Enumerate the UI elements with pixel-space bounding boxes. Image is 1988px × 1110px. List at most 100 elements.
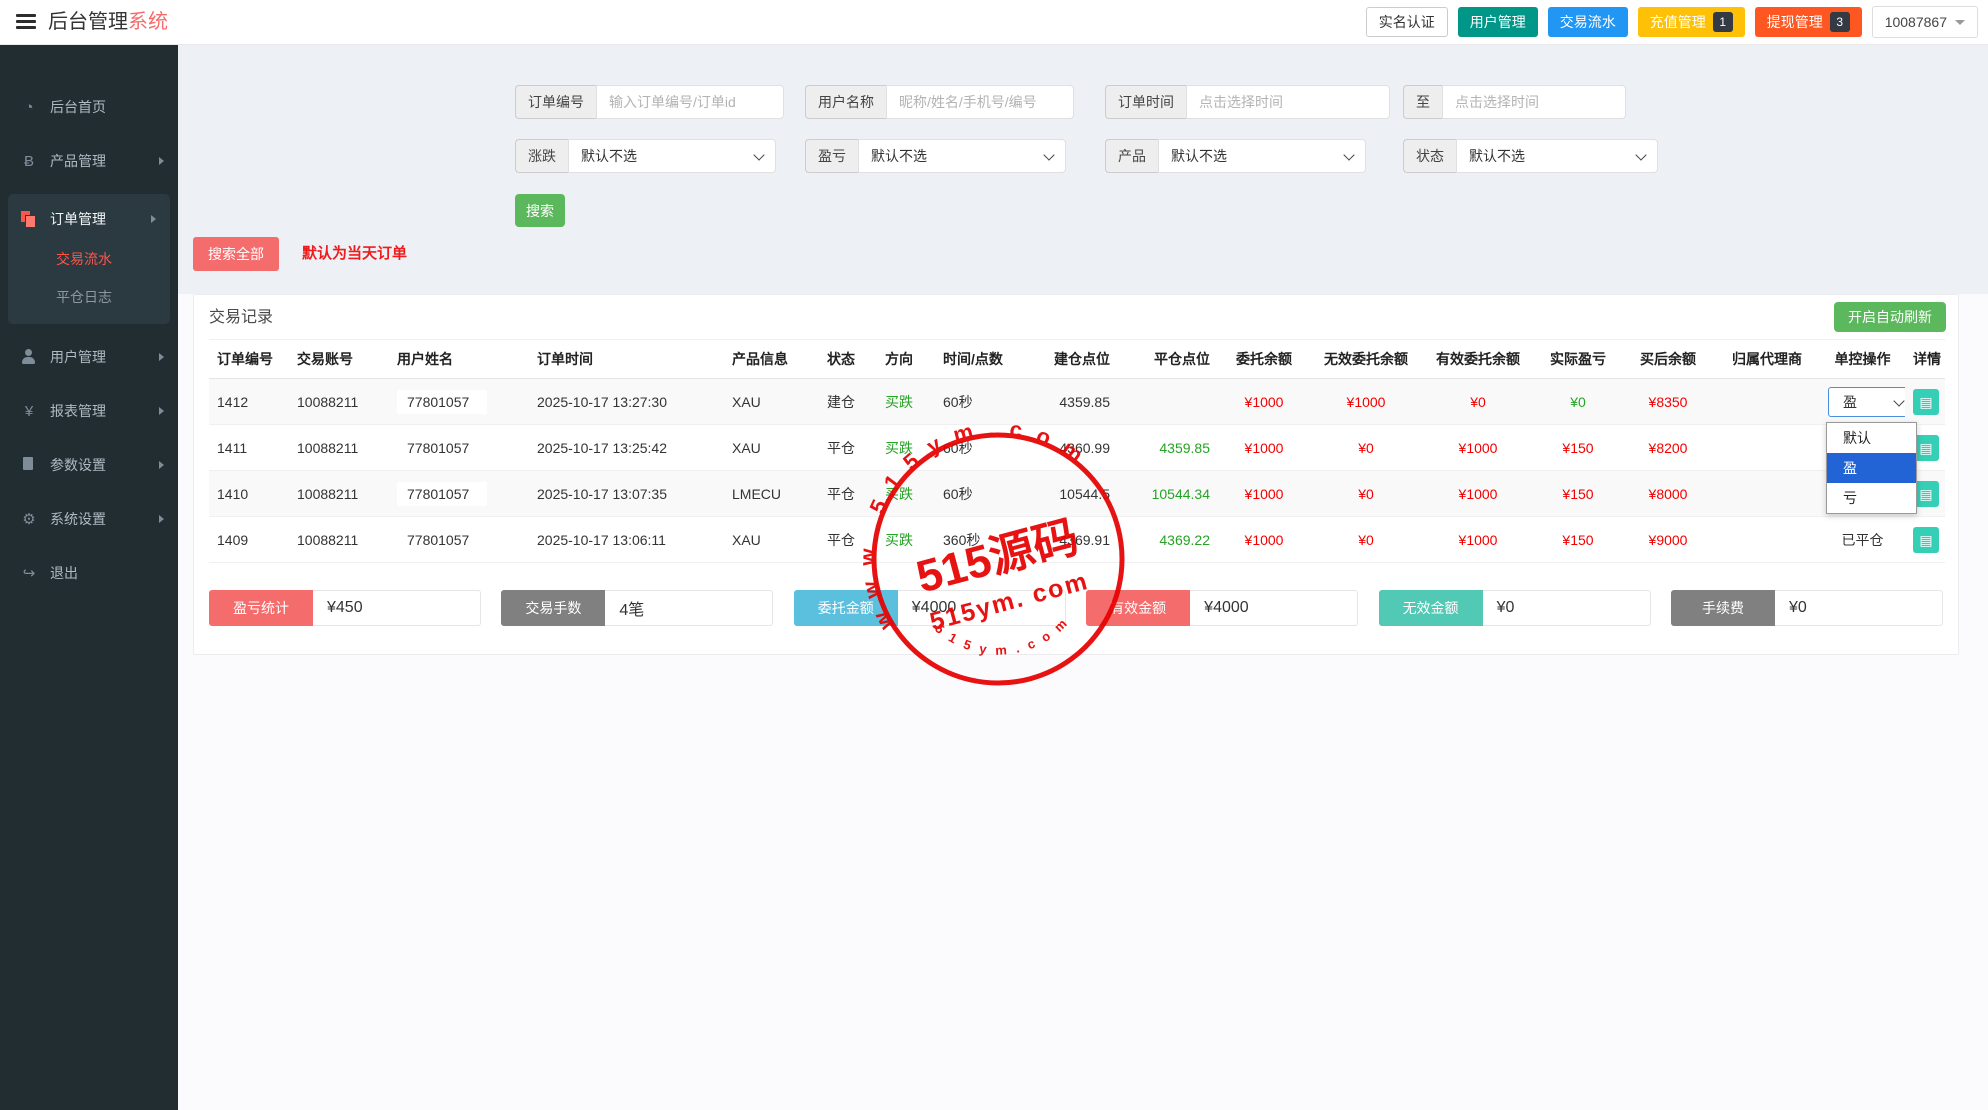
summary-value: ¥4000	[1190, 590, 1358, 626]
invalid-balance-cell: ¥0	[1310, 425, 1422, 471]
sidebar-item-reports[interactable]: ¥报表管理	[0, 390, 178, 432]
filter-profit-loss: 盈亏 默认不选	[805, 139, 1066, 173]
status-cell: 建仓	[819, 379, 877, 425]
summary-value: 4笔	[605, 590, 773, 626]
app-title: 后台管理系统	[48, 0, 168, 44]
order-time-start-input[interactable]	[1186, 85, 1390, 119]
sidebar-subitem-close-log[interactable]: 平仓日志	[8, 278, 170, 316]
gear-icon: ⚙	[20, 510, 38, 528]
direction-cell: 买跌	[877, 379, 935, 425]
agent-cell	[1714, 425, 1820, 471]
product-value: 默认不选	[1171, 146, 1227, 166]
hamburger-menu-icon[interactable]	[16, 14, 36, 30]
header-button-label: 提现管理	[1767, 12, 1823, 32]
column-header: 订单时间	[529, 340, 724, 379]
table-row: 140910088211778010572025-10-17 13:06:11X…	[209, 517, 1945, 563]
column-header: 平仓点位	[1118, 340, 1218, 379]
time-cell: 2025-10-17 13:25:42	[529, 425, 724, 471]
sidebar-item-system[interactable]: ⚙系统设置	[0, 498, 178, 540]
username-box: 77801057	[397, 482, 487, 506]
close-point-cell	[1118, 379, 1218, 425]
rise-fall-select[interactable]: 默认不选	[568, 139, 776, 173]
username-box: 77801057	[397, 528, 487, 552]
product-select[interactable]: 默认不选	[1158, 139, 1366, 173]
username-cell: 77801057	[389, 379, 529, 425]
status-value: 默认不选	[1469, 146, 1525, 166]
dropdown-option-1[interactable]: 默认	[1827, 423, 1916, 453]
dropdown-option-2[interactable]: 盈	[1827, 453, 1916, 483]
column-header: 委托余额	[1218, 340, 1310, 379]
chevron-right-icon	[159, 461, 164, 469]
sidebar-item-users[interactable]: 用户管理	[0, 336, 178, 378]
profit-cell: ¥150	[1534, 425, 1622, 471]
header-button-realname-auth[interactable]: 实名认证	[1366, 7, 1448, 37]
entrust-balance-cell: ¥1000	[1218, 379, 1310, 425]
account-dropdown-button[interactable]: 10087867	[1872, 6, 1978, 38]
status-select[interactable]: 默认不选	[1456, 139, 1658, 173]
dropdown-option-3[interactable]: 亏	[1827, 483, 1916, 513]
sidebar-item-home[interactable]: ◔后台首页	[0, 86, 178, 128]
account-cell: 10088211	[289, 425, 389, 471]
row-control-select[interactable]: 盈	[1828, 387, 1905, 417]
header-button-withdraw-manage[interactable]: 提现管理3	[1755, 7, 1862, 37]
header-buttons: 实名认证 用户管理交易流水充值管理1 提现管理3	[1366, 7, 1862, 37]
summary-group: 无效金额¥0	[1379, 590, 1651, 626]
detail-button[interactable]: ▤	[1913, 527, 1939, 553]
header-button-label: 实名认证	[1379, 12, 1435, 32]
params-icon	[20, 456, 38, 474]
product-cell: XAU	[724, 379, 819, 425]
chevron-right-icon	[159, 157, 164, 165]
filter-order-time-start: 订单时间	[1105, 85, 1390, 119]
column-header: 时间/点数	[935, 340, 1023, 379]
control-dropdown: 默认盈亏	[1826, 422, 1917, 514]
chevron-right-icon	[159, 407, 164, 415]
sidebar-item-label: 后台首页	[50, 97, 164, 117]
filter-section-background	[178, 44, 1988, 294]
invalid-balance-cell: ¥1000	[1310, 379, 1422, 425]
sidebar-item-products[interactable]: Ƀ产品管理	[0, 140, 178, 182]
sidebar-group-orders: 订单管理交易流水平仓日志	[8, 194, 170, 324]
summary-group: 交易手数4笔	[501, 590, 773, 626]
column-header: 用户姓名	[389, 340, 529, 379]
time-cell: 2025-10-17 13:27:30	[529, 379, 724, 425]
sidebar: ◔后台首页 Ƀ产品管理订单管理交易流水平仓日志用户管理 ¥报表管理参数设置 ⚙系统设置…	[0, 44, 178, 1110]
header-button-user-manage[interactable]: 用户管理	[1458, 7, 1538, 37]
search-all-button[interactable]: 搜索全部	[193, 237, 279, 271]
column-header: 交易账号	[289, 340, 389, 379]
sidebar-item-orders[interactable]: 订单管理	[8, 198, 170, 240]
column-header: 产品信息	[724, 340, 819, 379]
summary-label: 盈亏统计	[209, 590, 313, 626]
chevron-right-icon	[151, 215, 156, 223]
yen-icon: ¥	[20, 402, 38, 420]
summary-group: 盈亏统计¥450	[209, 590, 481, 626]
sidebar-item-logout[interactable]: ↪退出	[0, 552, 178, 594]
detail-button[interactable]: ▤	[1913, 389, 1939, 415]
summary-label: 有效金额	[1086, 590, 1190, 626]
filter-order-id: 订单编号	[515, 85, 784, 119]
product-cell: XAU	[724, 425, 819, 471]
order-id-input[interactable]	[596, 85, 784, 119]
open-point-cell: 4359.85	[1023, 379, 1118, 425]
sidebar-subitem-trade-flow[interactable]: 交易流水	[8, 240, 170, 278]
user-icon	[20, 348, 38, 366]
header-button-trade-flow[interactable]: 交易流水	[1548, 7, 1628, 37]
profit-loss-select[interactable]: 默认不选	[858, 139, 1066, 173]
filter-status: 状态 默认不选	[1403, 139, 1658, 173]
auto-refresh-button[interactable]: 开启自动刷新	[1834, 302, 1946, 332]
status-cell: 平仓	[819, 471, 877, 517]
search-button[interactable]: 搜索	[515, 194, 565, 227]
agent-cell	[1714, 517, 1820, 563]
sidebar-item-params[interactable]: 参数设置	[0, 444, 178, 486]
status-cell: 平仓	[819, 517, 877, 563]
header-button-recharge-manage[interactable]: 充值管理1	[1638, 7, 1745, 37]
sidebar-menu: ◔后台首页 Ƀ产品管理订单管理交易流水平仓日志用户管理 ¥报表管理参数设置 ⚙系统设置…	[0, 86, 178, 594]
order-time-end-input[interactable]	[1442, 85, 1626, 119]
filter-rise-fall: 涨跌 默认不选	[515, 139, 776, 173]
summary-value: ¥450	[313, 590, 481, 626]
profit-cell: ¥150	[1534, 471, 1622, 517]
default-today-hint: 默认为当天订单	[302, 237, 407, 271]
column-header: 实际盈亏	[1534, 340, 1622, 379]
order-id-cell: 1410	[209, 471, 289, 517]
user-name-input[interactable]	[886, 85, 1074, 119]
table-row: 141010088211778010572025-10-17 13:07:35L…	[209, 471, 1945, 517]
